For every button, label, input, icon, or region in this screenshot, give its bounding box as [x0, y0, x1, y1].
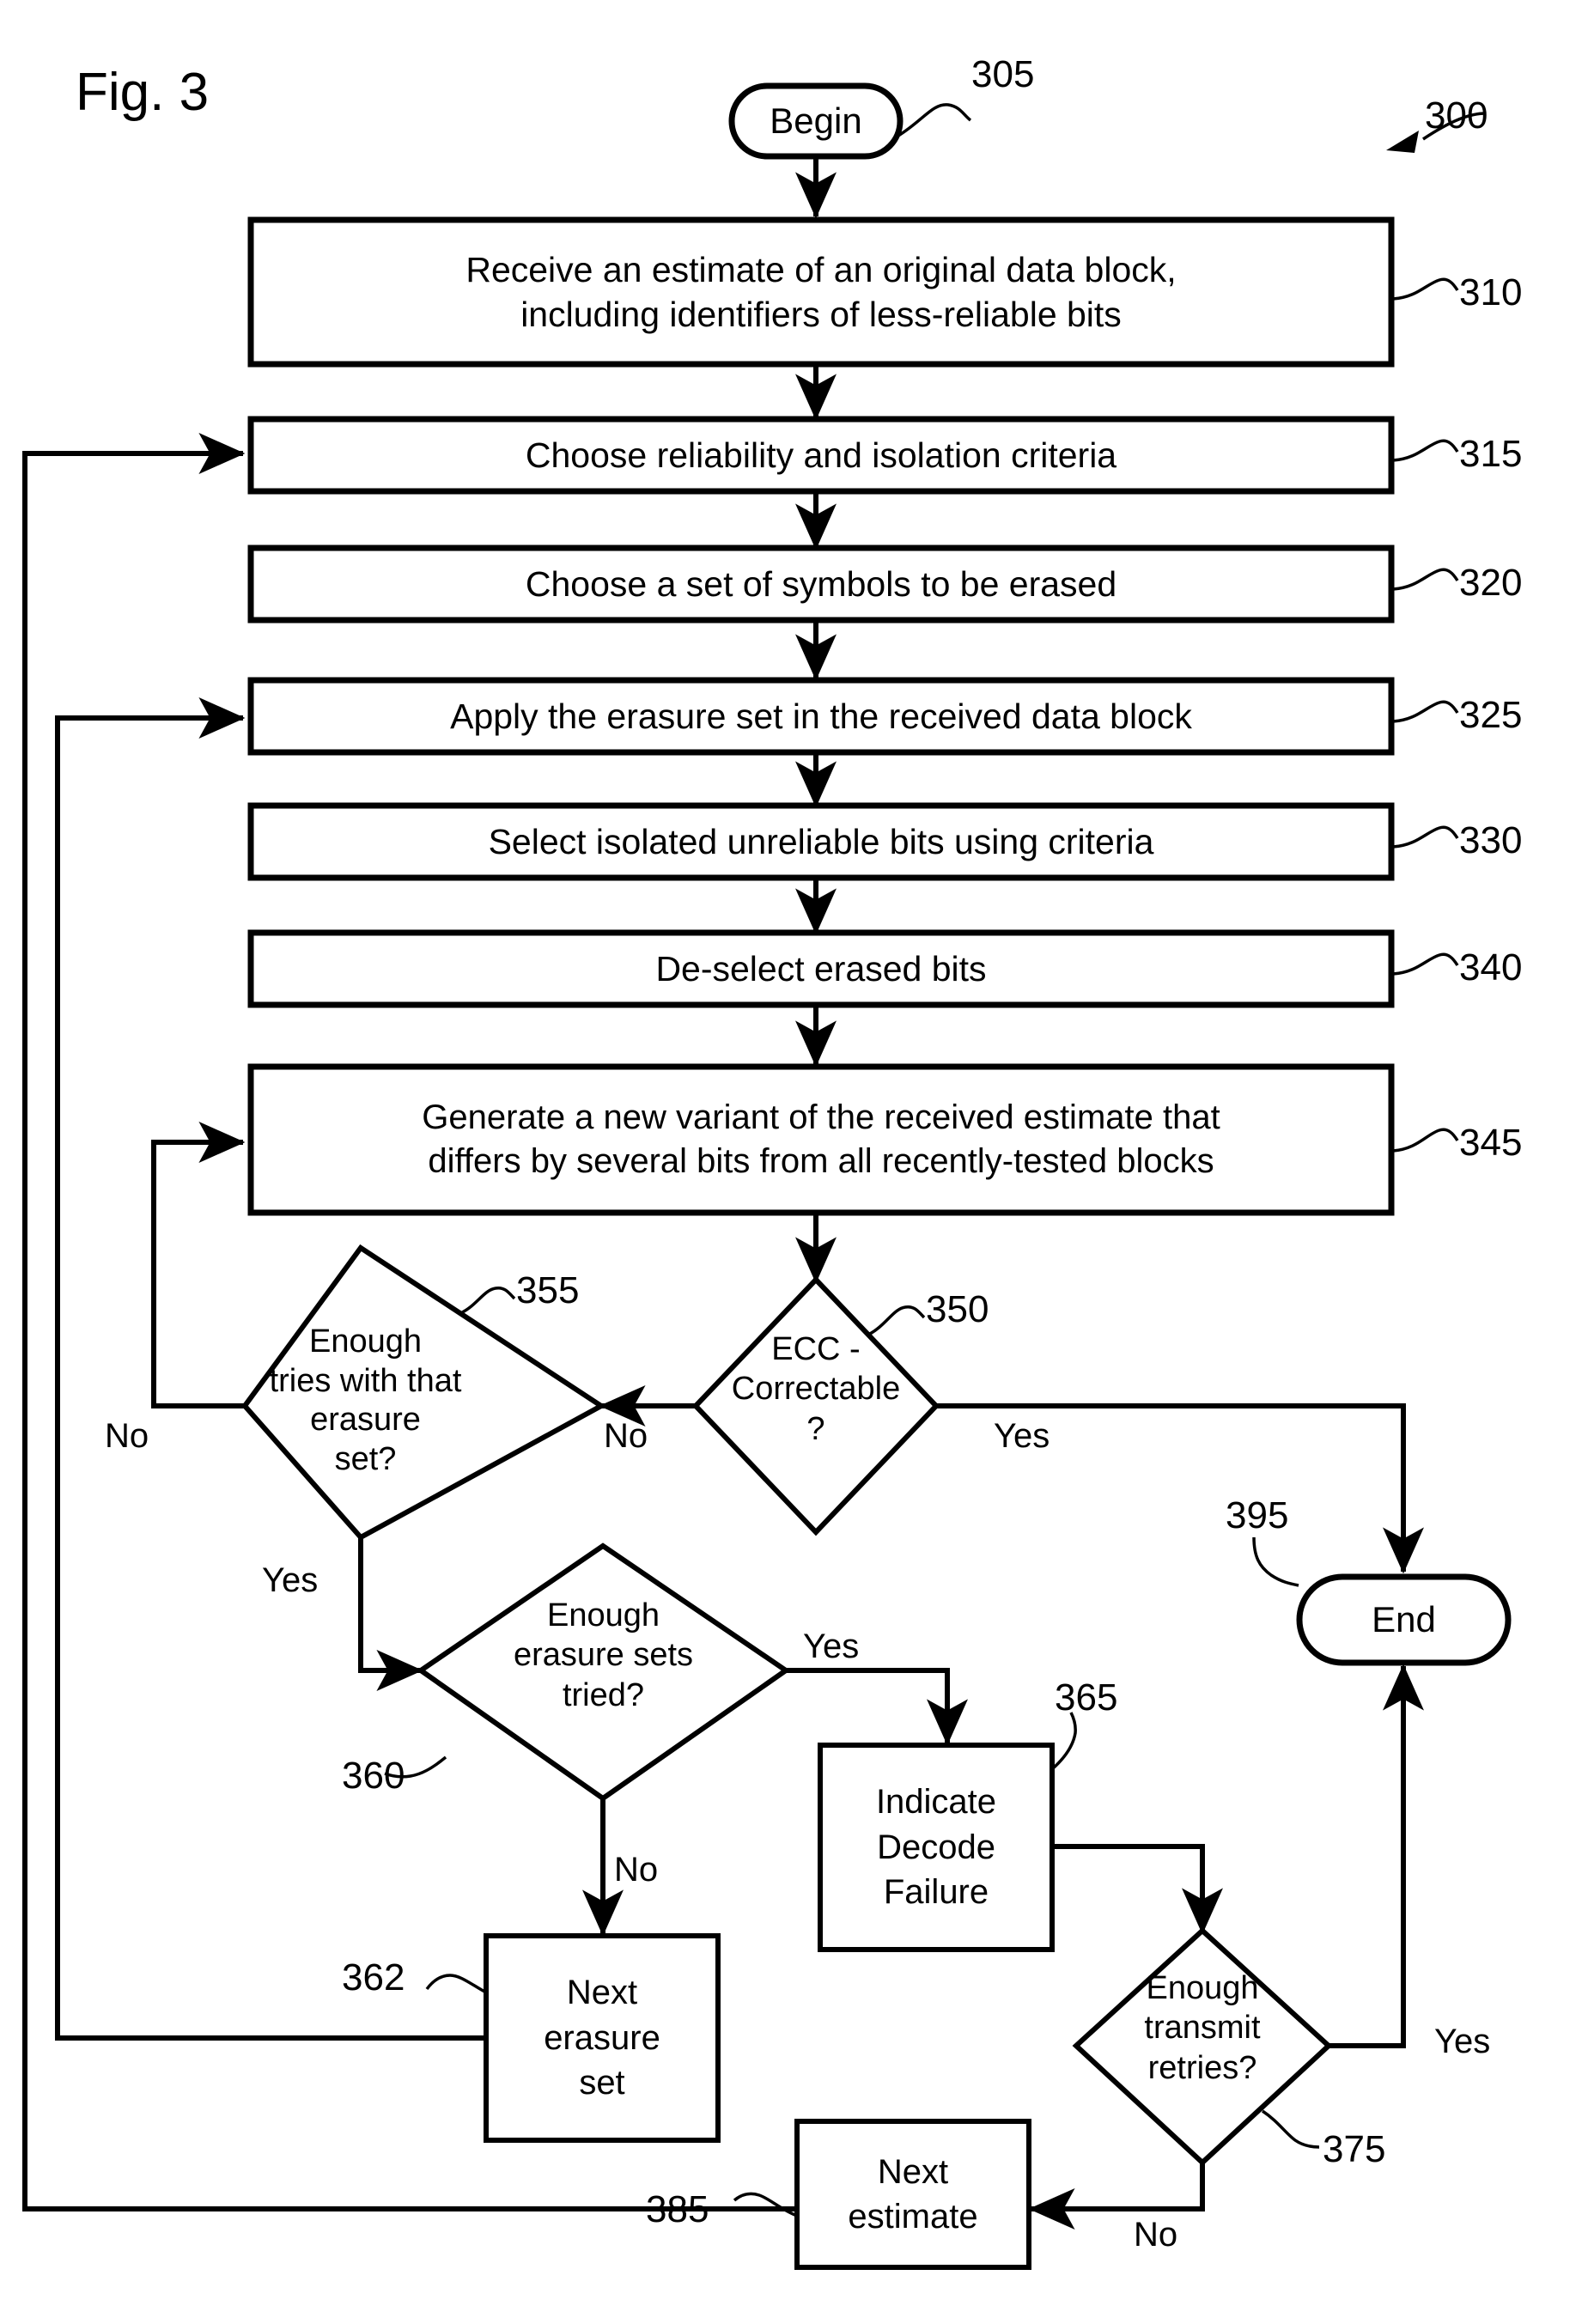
node-365-line2: Decode: [877, 1828, 995, 1866]
leader-325: [1392, 700, 1459, 723]
node-355-line3: erasure: [310, 1402, 421, 1439]
node-375-line3: retries?: [1147, 2049, 1257, 2086]
node-310-line2: including identifiers of less-reliable b…: [520, 295, 1122, 334]
node-375-line2: transmit: [1144, 2010, 1261, 2047]
edge-label-355-yes: Yes: [262, 1561, 319, 1599]
node-350-line3: ?: [806, 1410, 825, 1447]
ref-360: 360: [342, 1755, 405, 1797]
node-362-line3: set: [579, 2064, 625, 2102]
node-360-line1: Enough: [546, 1597, 660, 1633]
node-350-label: ECC - Correctable ?: [717, 1329, 915, 1449]
node-355-line1: Enough: [308, 1323, 422, 1360]
node-385-line1: Next: [877, 2153, 949, 2191]
edge-label-350-no: No: [604, 1417, 648, 1455]
edge-360-yes-to-365: [786, 1668, 968, 1746]
node-360-line2: erasure sets: [513, 1637, 694, 1674]
edge-label-350-yes: Yes: [994, 1417, 1050, 1455]
ref-320: 320: [1459, 562, 1523, 604]
node-362-line1: Next: [566, 1973, 638, 2011]
node-begin-label: Begin: [770, 100, 862, 141]
node-340-label: De-select erased bits: [655, 948, 987, 989]
ref-340: 340: [1459, 946, 1523, 989]
ref-385: 385: [646, 2188, 709, 2230]
leader-375: [1262, 2109, 1320, 2149]
figure-canvas: Fig. 3 300 Begin 305 Receive an estimate…: [0, 0, 1588, 2324]
ref-310: 310: [1459, 271, 1523, 313]
node-310-label: Receive an estimate of an original data …: [251, 220, 1391, 364]
node-345-label: Generate a new variant of the received e…: [251, 1067, 1391, 1213]
edge-label-375-yes: Yes: [1434, 2023, 1491, 2060]
ref-305: 305: [971, 53, 1035, 95]
arrowhead-300: [1386, 131, 1419, 153]
figure-label: Fig. 3: [76, 63, 210, 122]
ref-315: 315: [1459, 433, 1523, 475]
node-330-label: Select isolated unreliable bits using cr…: [488, 821, 1154, 861]
node-355-line2: tries with that: [269, 1362, 462, 1399]
ref-355: 355: [516, 1269, 580, 1311]
leader-320: [1392, 568, 1459, 591]
node-350-line2: Correctable: [731, 1371, 901, 1408]
leader-355: [458, 1286, 516, 1316]
ref-365: 365: [1055, 1676, 1118, 1719]
edge-365-to-375: [1052, 1844, 1223, 1935]
ref-395: 395: [1226, 1494, 1289, 1536]
node-345-line1: Generate a new variant of the received e…: [422, 1098, 1220, 1136]
node-345-line2: differs by several bits from all recentl…: [428, 1142, 1214, 1180]
edge-355-no-to-345: [151, 1122, 246, 1408]
leader-345: [1392, 1128, 1459, 1153]
edge-label-360-no: No: [614, 1851, 659, 1889]
ref-350: 350: [926, 1288, 989, 1330]
leader-365: [1050, 1712, 1077, 1771]
node-365-line1: Indicate: [875, 1782, 997, 1821]
ref-330: 330: [1459, 819, 1523, 861]
leader-310: [1392, 277, 1459, 301]
node-320-label: Choose a set of symbols to be erased: [525, 563, 1117, 604]
ref-300: 300: [1425, 94, 1488, 137]
node-355-line4: set?: [334, 1440, 397, 1477]
ref-362: 362: [342, 1956, 405, 1999]
edge-label-375-no: No: [1134, 2216, 1178, 2254]
leader-395: [1252, 1536, 1299, 1587]
node-end-label: End: [1372, 1599, 1436, 1640]
node-365-line3: Failure: [883, 1873, 989, 1912]
node-315-label: Choose reliability and isolation criteri…: [525, 435, 1117, 475]
node-350-line1: ECC -: [771, 1331, 861, 1367]
node-360-label: Enough erasure sets tried?: [490, 1596, 717, 1715]
node-310-line1: Receive an estimate of an original data …: [465, 249, 1177, 289]
node-360-line3: tried?: [562, 1676, 645, 1713]
node-385-line2: estimate: [848, 2198, 978, 2236]
ref-345: 345: [1459, 1122, 1523, 1164]
edge-355-yes-to-360: [358, 1529, 423, 1691]
edge-375-no-to-385: [1028, 2161, 1205, 2230]
ref-325: 325: [1459, 694, 1523, 736]
leader-305: [897, 103, 972, 137]
node-362-label: Next erasure set: [486, 1936, 718, 2140]
node-385-label: Next estimate: [797, 2121, 1029, 2267]
node-375-line1: Enough: [1146, 1970, 1259, 2006]
node-362-line2: erasure: [544, 2018, 660, 2057]
node-355-label: Enough tries with that erasure set?: [243, 1323, 488, 1479]
node-365-label: Indicate Decode Failure: [820, 1745, 1052, 1950]
edge-label-360-yes: Yes: [803, 1627, 860, 1665]
leader-315: [1392, 439, 1459, 462]
ref-375: 375: [1323, 2128, 1386, 2170]
leader-362: [425, 1974, 487, 1994]
leader-340: [1392, 952, 1459, 976]
edge-label-355-no: No: [105, 1417, 149, 1455]
leader-330: [1392, 825, 1459, 849]
leader-385: [733, 2192, 798, 2218]
node-375-label: Enough transmit retries?: [1098, 1968, 1307, 2088]
edge-375-yes-to-end: [1329, 1664, 1424, 2048]
node-325-label: Apply the erasure set in the received da…: [450, 696, 1192, 736]
